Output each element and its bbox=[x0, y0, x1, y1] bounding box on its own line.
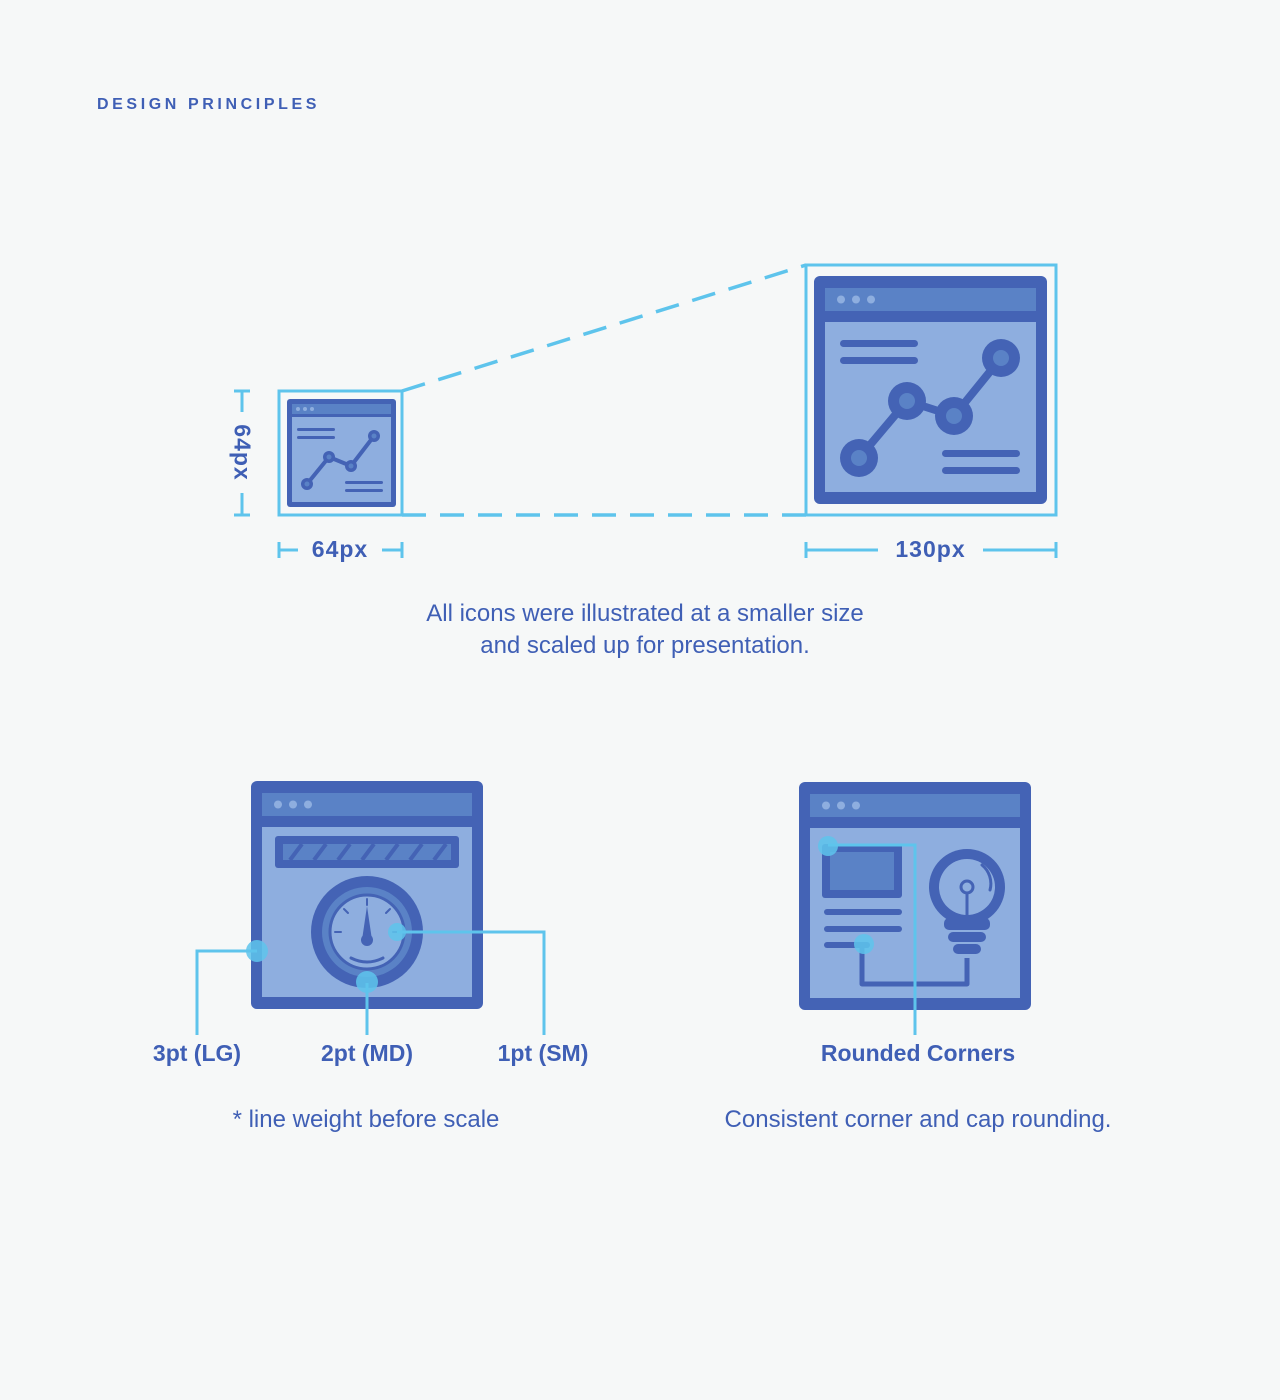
projection-lines bbox=[401, 263, 807, 517]
chart-window-icon-small bbox=[287, 399, 396, 507]
rounded-corners-label: Rounded Corners bbox=[820, 1040, 1016, 1066]
scale-caption: All icons were illustrated at a smaller … bbox=[345, 598, 945, 662]
small-height-label: 64px bbox=[229, 424, 256, 481]
illustration-canvas bbox=[195, 263, 1058, 1035]
large-width-label: 130px bbox=[895, 536, 966, 562]
line-weight-footnote: * line weight before scale bbox=[232, 1106, 500, 1133]
chart-window-icon-large bbox=[814, 276, 1047, 504]
line-weight-label-sm: 1pt (SM) bbox=[497, 1040, 589, 1066]
line-weight-label-lg: 3pt (LG) bbox=[152, 1040, 242, 1066]
small-width-label: 64px bbox=[311, 536, 369, 562]
scale-caption-line-2: and scaled up for presentation. bbox=[480, 632, 810, 659]
scale-caption-line-1: All icons were illustrated at a smaller … bbox=[426, 600, 864, 627]
line-weight-label-md: 2pt (MD) bbox=[321, 1040, 413, 1066]
rounded-corners-caption: Consistent corner and cap rounding. bbox=[724, 1106, 1112, 1133]
